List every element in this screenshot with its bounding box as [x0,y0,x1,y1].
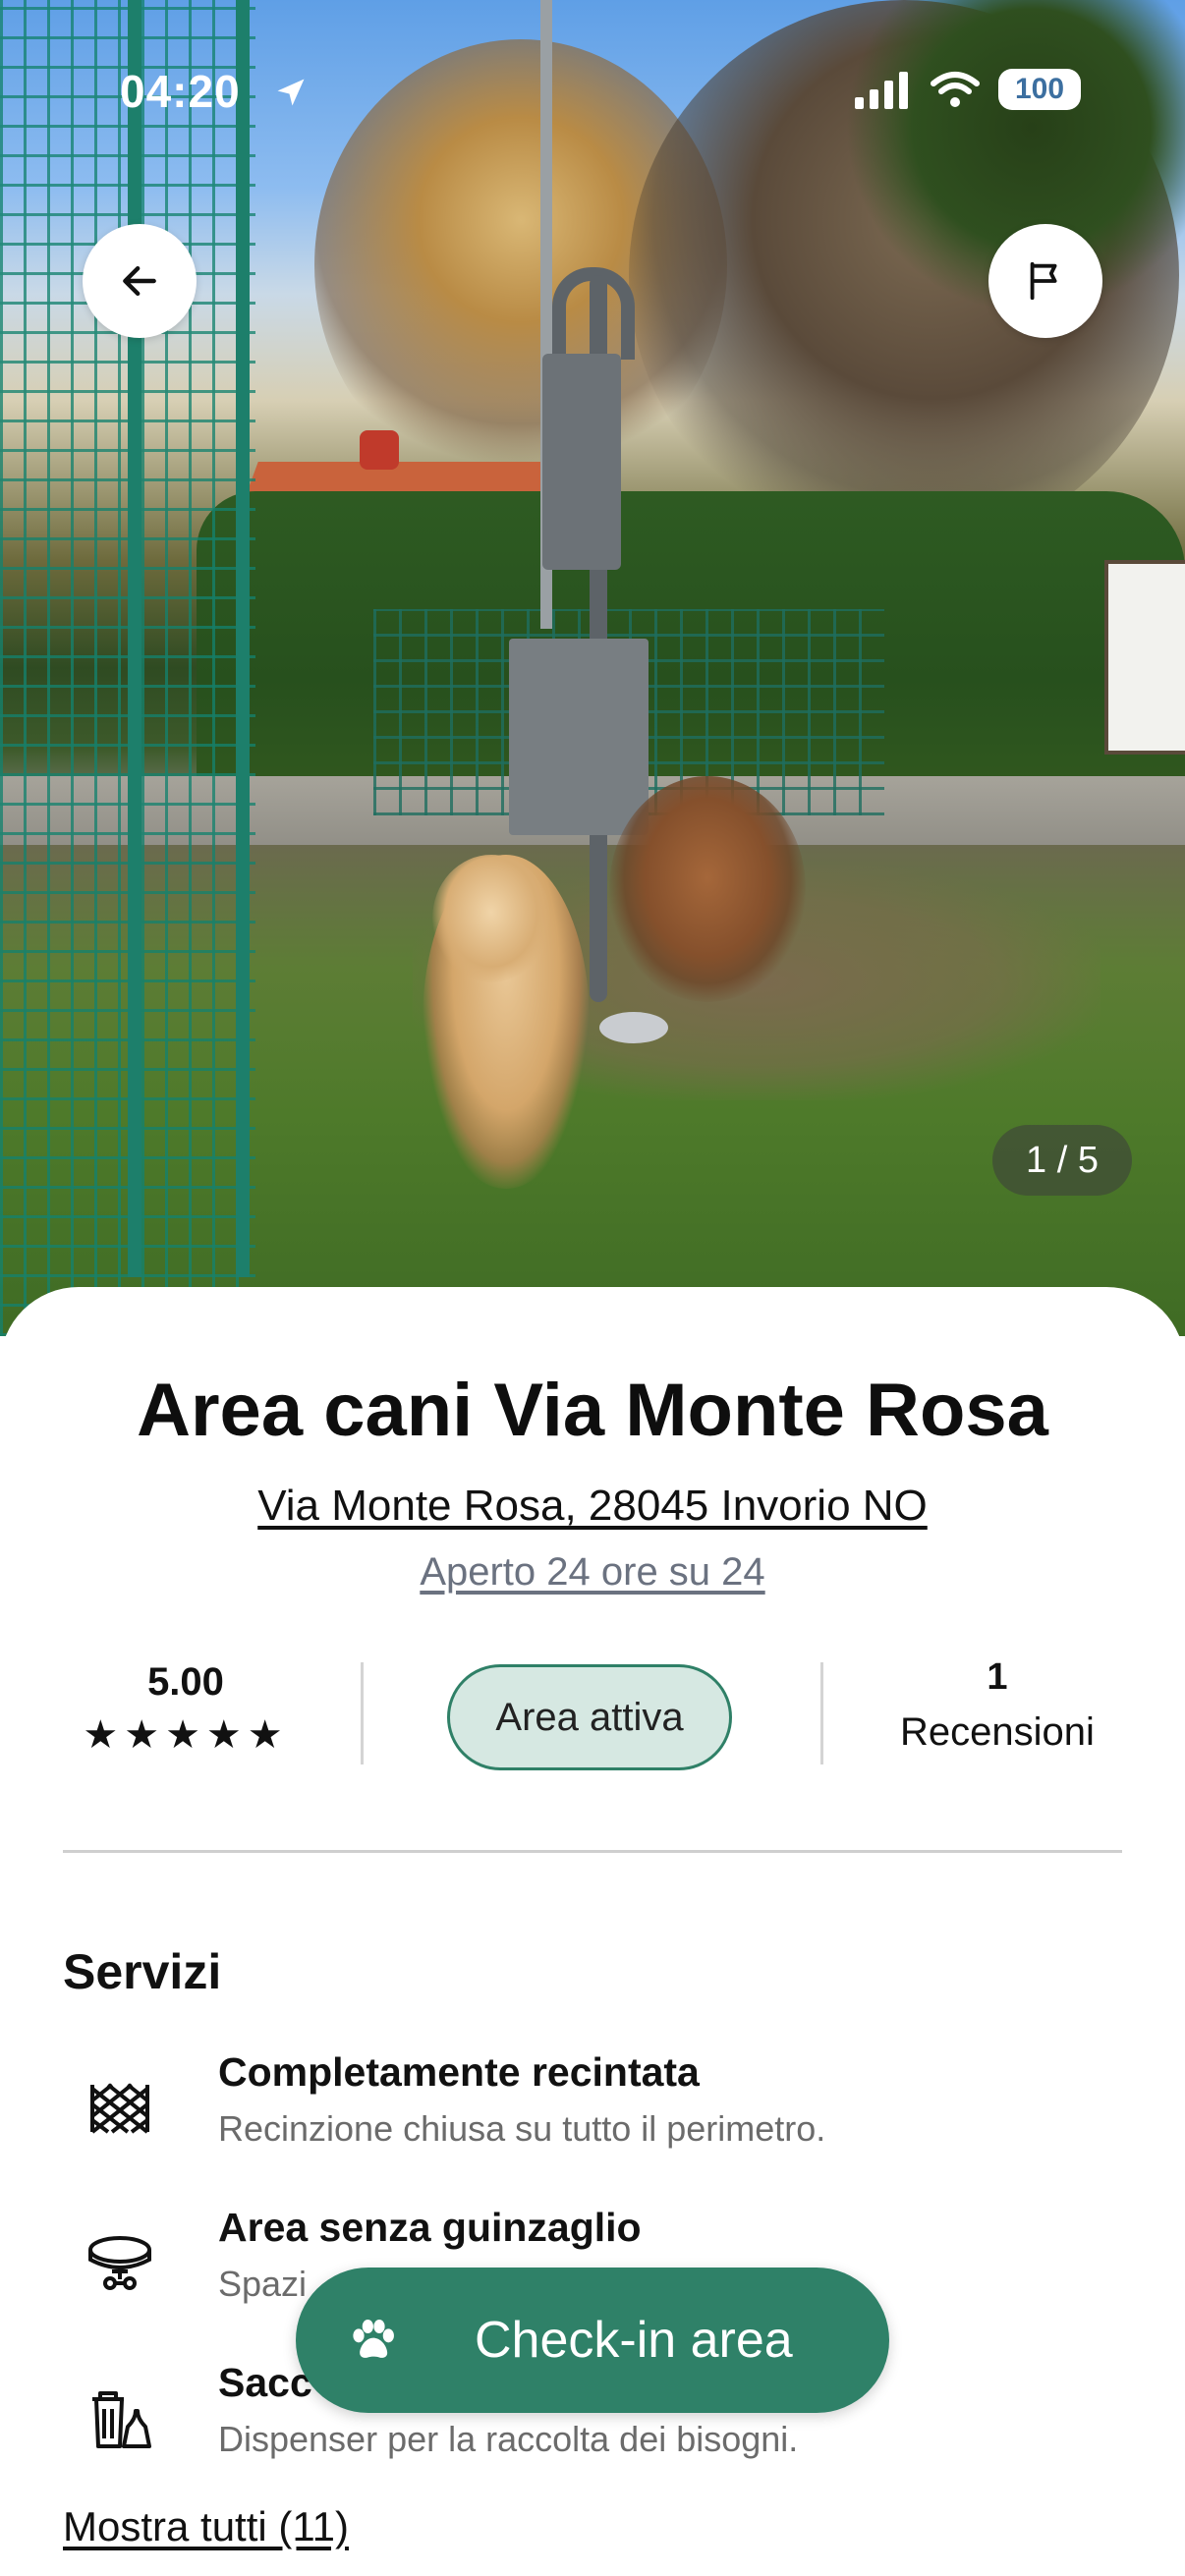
service-description: Dispenser per la raccolta dei bisogni. [218,2419,799,2459]
divider [820,1662,823,1764]
services-title: Servizi [63,1944,222,1999]
signal-icon [855,72,908,109]
wifi-icon [931,72,980,107]
rating-summary[interactable]: 5.00 ★★★★★ [63,1651,309,1758]
service-description: Recinzione chiusa su tutto il perimetro. [218,2108,826,2149]
bag-dispenser-icon [92,2391,151,2448]
dog-collar-icon [88,2236,151,2290]
stats-row: 5.00 ★★★★★ Area attiva 1 Recensioni [0,1651,1185,1770]
battery-icon: 100 [998,69,1081,110]
reviews-summary[interactable]: 1 Recensioni [865,1651,1130,1755]
show-all-services-link[interactable]: Mostra tutti (11) [63,2503,349,2550]
report-button[interactable] [988,224,1102,338]
fence-icon [90,2083,149,2134]
location-arrow-icon [277,79,305,106]
address-link[interactable]: Via Monte Rosa, 28045 Invorio NO [0,1482,1185,1531]
flag-icon [1030,261,1057,301]
section-divider [63,1850,1122,1853]
checkin-button[interactable]: Check-in area [296,2268,889,2413]
battery-level: 100 [1014,73,1065,105]
status-badge: Area attiva [447,1664,732,1770]
back-arrow-icon [123,265,156,297]
service-description: Spazi [218,2264,308,2304]
star-rating-icon: ★★★★★ [83,1713,289,1757]
reviews-label: Recensioni [900,1710,1095,1754]
photo-counter: 1 / 5 [992,1125,1132,1196]
back-button[interactable] [83,224,197,338]
reviews-count: 1 [987,1656,1008,1698]
service-item: Completamente recintata Recinzione chius… [63,2049,1124,2167]
divider [361,1662,364,1764]
service-title: Completamente recintata [218,2049,700,2095]
checkin-label: Check-in area [475,2312,793,2369]
status-bar: 04:20 100 [0,0,1185,177]
opening-hours-link[interactable]: Aperto 24 ore su 24 [0,1550,1185,1595]
service-title: Area senza guinzaglio [218,2205,642,2250]
rating-value: 5.00 [147,1660,224,1704]
page-title: Area cani Via Monte Rosa [137,1369,1048,1452]
status-time: 04:20 [120,66,241,117]
service-title: Sacc [218,2360,312,2405]
paw-icon [353,2320,394,2358]
